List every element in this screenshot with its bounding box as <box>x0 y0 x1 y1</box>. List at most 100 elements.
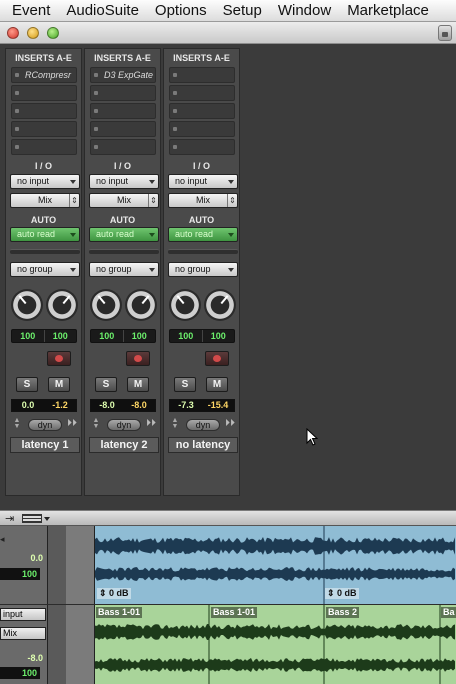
solo-button[interactable]: S <box>95 377 117 392</box>
voice-selector-icon[interactable]: ⇕ <box>227 194 237 207</box>
record-enable-button[interactable] <box>47 351 71 366</box>
chevron-down-icon[interactable] <box>44 517 50 521</box>
automation-mode-selector[interactable]: auto read <box>168 227 238 242</box>
record-enable-button[interactable] <box>205 351 229 366</box>
output-selector[interactable]: Mix ⇕ <box>168 193 238 208</box>
voice-selector-icon[interactable]: ⇕ <box>69 194 79 207</box>
volume-readout: 0.0 -1.2 <box>11 399 77 412</box>
insert-slot-c[interactable] <box>169 103 235 119</box>
pan-readout: 100 100 <box>11 329 77 343</box>
pan-right-knob[interactable] <box>204 289 236 321</box>
expand-arrow-icon[interactable]: ⏵⏵ <box>146 418 160 430</box>
zoom-window-icon[interactable] <box>47 27 59 39</box>
edit-window: 0.0 100 ◂ ⇕ 0 dB ⇕ 0 dB input Mix -8.0 1… <box>0 526 456 684</box>
track-input-selector[interactable]: input <box>0 608 46 621</box>
clip-name[interactable]: Ba <box>441 607 456 618</box>
auto-title: AUTO <box>109 215 136 225</box>
dyn-button[interactable]: dyn <box>28 419 62 431</box>
menu-setup[interactable]: Setup <box>215 0 270 22</box>
track-lane-2[interactable]: Bass 1-01 Bass 1-01 Bass 2 Ba <box>95 605 456 684</box>
track-ruler <box>66 526 95 604</box>
pan-right-value: 100 <box>201 330 235 342</box>
input-selector[interactable]: no input <box>89 174 159 189</box>
expand-arrow-icon[interactable]: ⏵⏵ <box>225 418 239 430</box>
pan-right-knob[interactable] <box>46 289 78 321</box>
close-window-icon[interactable] <box>7 27 19 39</box>
insert-slot-c[interactable] <box>11 103 77 119</box>
voice-selector-icon[interactable]: ⇕ <box>148 194 158 207</box>
track-output-selector[interactable]: Mix <box>0 627 46 640</box>
pan-readout: 100 100 <box>90 329 156 343</box>
clip-name[interactable]: Bass 2 <box>326 607 360 618</box>
insert-slot-b[interactable] <box>11 85 77 101</box>
track-lane-1[interactable]: ⇕ 0 dB ⇕ 0 dB <box>95 526 456 604</box>
track-name[interactable]: no latency <box>168 437 238 453</box>
fader-updown-icon[interactable]: ▲ ▼ <box>12 417 22 432</box>
window-title-bar <box>0 22 456 44</box>
track-input-value: input <box>3 609 23 619</box>
chevron-down-icon <box>228 233 234 237</box>
pan-left-knob[interactable] <box>90 289 122 321</box>
dyn-button[interactable]: dyn <box>107 419 141 431</box>
clip-gain-label[interactable]: ⇕ 0 dB <box>97 588 131 599</box>
track-name[interactable]: latency 1 <box>10 437 80 453</box>
pan-readout: 100 100 <box>169 329 235 343</box>
track-arrow-icon[interactable]: ◂ <box>0 534 5 545</box>
insert-slot-d[interactable] <box>169 121 235 137</box>
insert-slot-b[interactable] <box>90 85 156 101</box>
group-selector[interactable]: no group <box>89 262 159 277</box>
insert-slot-e[interactable] <box>11 139 77 155</box>
view-options-icon[interactable] <box>22 514 42 523</box>
clip-name[interactable]: Bass 1-01 <box>96 607 143 618</box>
insert-slot-a[interactable] <box>169 67 235 83</box>
lock-icon[interactable] <box>438 25 452 41</box>
group-selector[interactable]: no group <box>10 262 80 277</box>
dyn-button[interactable]: dyn <box>186 419 220 431</box>
automation-mode-selector[interactable]: auto read <box>89 227 159 242</box>
track-header-2: input Mix -8.0 100 <box>0 605 48 684</box>
group-selector[interactable]: no group <box>168 262 238 277</box>
clip-name[interactable]: Bass 1-01 <box>211 607 258 618</box>
automation-mode-selector[interactable]: auto read <box>10 227 80 242</box>
mute-button[interactable]: M <box>127 377 149 392</box>
insert-slot-e[interactable] <box>90 139 156 155</box>
mute-button[interactable]: M <box>206 377 228 392</box>
clip-gain-label[interactable]: ⇕ 0 dB <box>325 588 359 599</box>
track-name[interactable]: latency 2 <box>89 437 159 453</box>
pan-left-knob[interactable] <box>169 289 201 321</box>
record-enable-button[interactable] <box>126 351 150 366</box>
minimize-window-icon[interactable] <box>27 27 39 39</box>
fader-updown-icon[interactable]: ▲ ▼ <box>91 417 101 432</box>
output-selector[interactable]: Mix ⇕ <box>89 193 159 208</box>
expand-arrow-icon[interactable]: ⇥ <box>5 512 14 525</box>
fader-updown-icon[interactable]: ▲ ▼ <box>170 417 180 432</box>
menu-audiosuite[interactable]: AudioSuite <box>58 0 147 22</box>
inserts-title: INSERTS A-E <box>15 53 72 63</box>
mix-window: INSERTS A-E RCompresr I / O no input Mix… <box>0 44 456 510</box>
insert-slot-b[interactable] <box>169 85 235 101</box>
chevron-down-icon <box>149 268 155 272</box>
insert-slot-d[interactable] <box>11 121 77 137</box>
menu-event[interactable]: Event <box>0 0 58 22</box>
insert-slot-c[interactable] <box>90 103 156 119</box>
solo-button[interactable]: S <box>174 377 196 392</box>
insert-slot-a[interactable]: D3 ExpGate <box>90 67 156 83</box>
chevron-down-icon <box>149 180 155 184</box>
mute-button[interactable]: M <box>48 377 70 392</box>
menu-options[interactable]: Options <box>147 0 215 22</box>
solo-button[interactable]: S <box>16 377 38 392</box>
menu-window[interactable]: Window <box>270 0 339 22</box>
pan-left-knob[interactable] <box>11 289 43 321</box>
chevron-down-icon <box>228 268 234 272</box>
output-selector[interactable]: Mix ⇕ <box>10 193 80 208</box>
expand-arrow-icon[interactable]: ⏵⏵ <box>67 418 81 430</box>
pan-right-knob[interactable] <box>125 289 157 321</box>
output-value: Mix <box>196 195 210 205</box>
insert-slot-e[interactable] <box>169 139 235 155</box>
peak-value: -1.2 <box>52 400 68 410</box>
menu-marketplace[interactable]: Marketplace <box>339 0 437 22</box>
input-selector[interactable]: no input <box>168 174 238 189</box>
input-selector[interactable]: no input <box>10 174 80 189</box>
insert-slot-a[interactable]: RCompresr <box>11 67 77 83</box>
insert-slot-d[interactable] <box>90 121 156 137</box>
